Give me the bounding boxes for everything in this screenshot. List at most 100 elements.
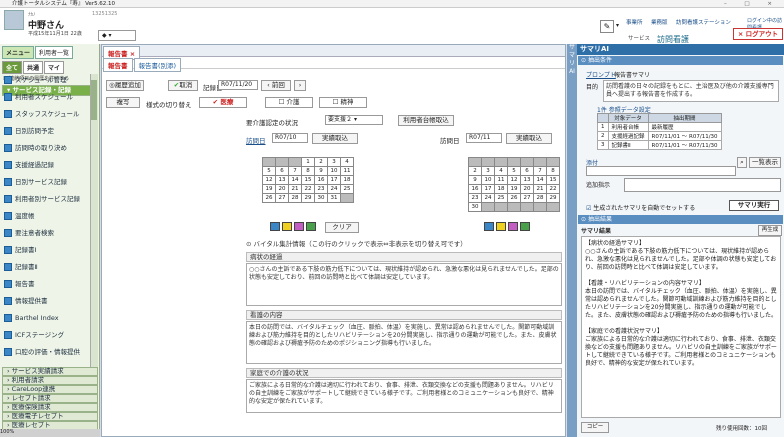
calendar-day[interactable]: 3 — [327, 157, 341, 167]
prompt-link[interactable]: プロンプト — [586, 70, 616, 79]
calendar-day[interactable] — [507, 157, 521, 167]
calendar-day[interactable]: 16 — [468, 184, 482, 194]
edit-icon[interactable]: ✎ — [600, 20, 614, 33]
calendar-day[interactable]: 5 — [507, 166, 521, 176]
sidebar-item[interactable]: 利用者別サービス記録 — [4, 194, 98, 205]
sidebar-item[interactable]: 要注意者検索 — [4, 228, 98, 239]
sidebar-item[interactable]: 記録書Ⅱ — [4, 262, 98, 273]
attach-field[interactable] — [586, 166, 736, 176]
calendar-day[interactable]: 24 — [481, 193, 495, 203]
history-add-button[interactable]: ◎履歴追加 — [106, 80, 144, 91]
visit-month-left[interactable]: R07/10 — [272, 133, 308, 143]
calendar-day[interactable] — [520, 157, 534, 167]
sidebar-item[interactable]: 記録書Ⅰ — [4, 245, 98, 256]
calendar-day[interactable]: 6 — [275, 166, 289, 176]
calendar-day[interactable]: 22 — [546, 184, 560, 194]
user-ledger-import-button[interactable]: 利用者台帳取込 — [398, 115, 454, 126]
calendar-day[interactable]: 3 — [481, 166, 495, 176]
sidebar-item[interactable]: 利用者スケジュール — [4, 92, 98, 103]
link-business[interactable]: 業務版 — [651, 18, 668, 26]
nursing-textarea[interactable]: 本日の訪問では、バイタルチェック（血圧、脈拍、体温）を実施し、異常は認められませ… — [246, 321, 562, 364]
calendar-day[interactable]: 7 — [533, 166, 547, 176]
sidebar-item[interactable]: Barthel Index — [4, 313, 98, 324]
record-date-field[interactable]: R07/11/20 — [218, 80, 258, 90]
cancel-button[interactable]: ✔取消 — [168, 80, 198, 91]
calendar-day[interactable]: 5 — [262, 166, 276, 176]
calendar-day[interactable] — [340, 193, 354, 203]
calendar-day[interactable] — [262, 157, 276, 167]
calendar-day[interactable]: 4 — [340, 157, 354, 167]
calendar-day[interactable] — [546, 202, 560, 212]
tab-all[interactable]: 全て — [2, 61, 23, 74]
purple-filter-button[interactable] — [294, 222, 304, 231]
extract-conditions-header[interactable]: ⊙ 抽出条件 — [578, 56, 783, 65]
visit-date-label-left[interactable]: 訪問日 — [246, 135, 266, 145]
next-button[interactable]: › — [294, 80, 306, 91]
calendar-day[interactable] — [468, 157, 482, 167]
tab-report-main[interactable]: 報告書 — [103, 58, 133, 72]
window-controls[interactable]: – □ × — [724, 0, 780, 8]
visit-month-right[interactable]: R07/11 — [466, 133, 502, 143]
calendar-day[interactable]: 2 — [314, 157, 328, 167]
calendar-day[interactable]: 25 — [340, 184, 354, 194]
calendar-left[interactable]: 1 2 3 4 5 6 7 8 9 10 11 12 13 14 15 16 17 18 19 20 21 22 23 24 2… — [262, 157, 354, 203]
left-scroll-thumb[interactable] — [91, 80, 97, 120]
fetch-actual-left-button[interactable]: 実績取込 — [312, 133, 358, 144]
calendar-day[interactable]: 26 — [507, 193, 521, 203]
calendar-day[interactable] — [494, 157, 508, 167]
calendar-day[interactable]: 28 — [533, 193, 547, 203]
calendar-day[interactable]: 17 — [327, 175, 341, 185]
calendar-day[interactable]: 11 — [494, 175, 508, 185]
search-button[interactable]: ⌕ — [737, 157, 747, 168]
calendar-day[interactable]: 18 — [494, 184, 508, 194]
table-row[interactable]: 3 記録書Ⅱ R07/11/01 ～ R07/11/30 — [597, 140, 722, 150]
extract-result-header[interactable]: ⊙ 抽出結果 — [578, 215, 783, 224]
vital-toggle-row[interactable]: ⊙ バイタル集計情報（この行のクリックで表示⇔非表示を切り替え可です） — [246, 238, 467, 248]
calendar-day[interactable]: 21 — [288, 184, 302, 194]
calendar-day[interactable]: 23 — [468, 193, 482, 203]
copy-result-button[interactable]: コピー — [581, 422, 609, 433]
summary-result-textarea[interactable]: 【病状の経過サマリ】 ○○さんの主訴である下肢の筋力低下については、現状維持が認… — [581, 236, 781, 418]
calendar-day[interactable]: 13 — [275, 175, 289, 185]
calendar-day[interactable]: 7 — [288, 166, 302, 176]
table-row[interactable]: 1 利用者台帳 最新履歴 — [597, 122, 722, 132]
calendar-day[interactable]: 23 — [314, 184, 328, 194]
calendar-day[interactable]: 10 — [327, 166, 341, 176]
tab-user-list[interactable]: 利用者一覧 — [35, 46, 74, 59]
calendar-day[interactable]: 19 — [507, 184, 521, 194]
clear-button[interactable]: クリア — [325, 222, 359, 233]
calendar-day[interactable]: 31 — [327, 193, 341, 203]
fetch-actual-right-button[interactable]: 実績取込 — [506, 133, 552, 144]
calendar-day[interactable] — [481, 202, 495, 212]
calendar-day[interactable]: 10 — [481, 175, 495, 185]
link-station[interactable]: 訪問看護ステーション — [676, 18, 731, 26]
auto-set-checkbox[interactable]: ☑ 生成されたサマリを自動でセットする — [586, 203, 695, 212]
sidebar-item[interactable]: スケジュール管理 — [4, 75, 98, 86]
tab-common[interactable]: 共通 — [23, 61, 44, 74]
blue-filter-button[interactable] — [484, 222, 494, 231]
care-level-select[interactable]: 要支援２ ▾ — [325, 115, 383, 125]
sidebar-item[interactable]: 日別サービス記録 — [4, 177, 98, 188]
tab-my[interactable]: マイ — [44, 61, 65, 74]
sidebar-section[interactable]: › レセプト請求 — [2, 394, 98, 403]
run-summary-button[interactable]: サマリ実行 — [729, 200, 779, 211]
sidebar-section[interactable]: › 利用者請求 — [2, 376, 98, 385]
sidebar-item[interactable]: ICFステージング — [4, 330, 98, 341]
calendar-day[interactable]: 27 — [275, 193, 289, 203]
sidebar-item[interactable]: 訪問時の取り決め — [4, 143, 98, 154]
tab-report-attach[interactable]: 報告書(別添) — [133, 58, 182, 72]
calendar-day[interactable] — [481, 157, 495, 167]
calendar-day[interactable]: 2 — [468, 166, 482, 176]
calendar-day[interactable]: 22 — [301, 184, 315, 194]
sidebar-section[interactable]: › 医療電子レセプト — [2, 412, 98, 421]
green-filter-button[interactable] — [306, 222, 316, 231]
green-filter-button[interactable] — [520, 222, 530, 231]
sidebar-item[interactable]: 日別訪問予定 — [4, 126, 98, 137]
calendar-day[interactable]: 29 — [301, 193, 315, 203]
tab-menu[interactable]: メニュー — [2, 46, 35, 59]
sidebar-item[interactable]: スタッフスケジュール — [4, 109, 98, 120]
calendar-day[interactable] — [533, 157, 547, 167]
blue-filter-button[interactable] — [270, 222, 280, 231]
calendar-day[interactable]: 4 — [494, 166, 508, 176]
yellow-filter-button[interactable] — [496, 222, 506, 231]
